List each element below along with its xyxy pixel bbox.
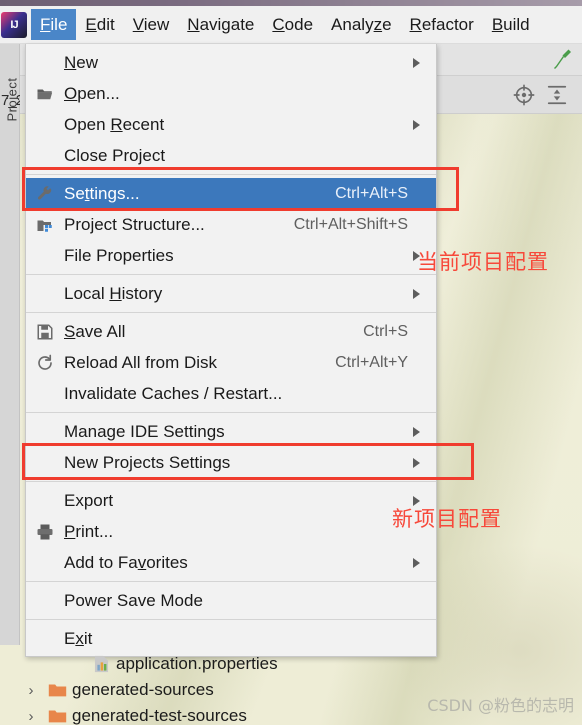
menu-item-shortcut: Ctrl+Alt+Shift+S: [293, 215, 408, 233]
csdn-watermark: CSDN @粉色的志明: [427, 696, 574, 715]
annotation-new-project: 新项目配置: [392, 507, 502, 531]
file-dropdown-menu[interactable]: New Open... Open Recent Close Project Settin…: [25, 44, 437, 657]
menu-item-power-save-mode[interactable]: Power Save Mode: [26, 585, 436, 616]
folder-icon: [42, 682, 72, 698]
menu-item-new[interactable]: New: [26, 47, 436, 78]
submenu-arrow-icon: [408, 119, 426, 131]
chevron-right-icon[interactable]: ›: [20, 708, 42, 725]
menu-item-label: Power Save Mode: [64, 590, 203, 610]
menu-item-label: Exit: [64, 628, 93, 648]
menu-item-file-properties[interactable]: File Properties: [26, 240, 436, 271]
menu-item-save-all[interactable]: Save All Ctrl+S: [26, 316, 436, 347]
menu-item-open-recent[interactable]: Open Recent: [26, 109, 436, 140]
menubar-item-refactor[interactable]: Refactor: [401, 9, 483, 40]
menubar-item-code[interactable]: Code: [263, 9, 322, 40]
left-tool-window-strip: 7_2 Project: [0, 44, 22, 645]
menu-item-add-to-favorites[interactable]: Add to Favorites: [26, 547, 436, 578]
save-icon: [26, 323, 64, 341]
menubar-item-navigate[interactable]: Navigate: [178, 9, 263, 40]
tree-row-label: generated-sources: [72, 680, 214, 699]
menu-item-label: File Properties: [64, 245, 174, 265]
menu-item-label: New: [64, 52, 99, 72]
wrench-icon: [26, 185, 64, 203]
submenu-arrow-icon: [408, 57, 426, 69]
menu-item-label: Close Project: [64, 145, 166, 165]
menubar-item-analyze[interactable]: Analyze: [322, 9, 401, 40]
intellij-idea-logo: [1, 11, 27, 38]
scroll-from-source-icon[interactable]: [513, 84, 535, 106]
menu-separator: [26, 312, 436, 313]
menu-separator: [26, 581, 436, 582]
tree-row-label: application.properties: [116, 654, 278, 673]
submenu-arrow-icon: [408, 457, 426, 469]
project-struct-icon: [26, 216, 64, 234]
submenu-arrow-icon: [408, 426, 426, 438]
menu-item-shortcut: Ctrl+Alt+Y: [335, 353, 408, 371]
menu-item-project-structure[interactable]: Project Structure... Ctrl+Alt+Shift+S: [26, 209, 436, 240]
menubar-item-view[interactable]: View: [124, 9, 179, 40]
menu-item-invalidate-caches-restart[interactable]: Invalidate Caches / Restart...: [26, 378, 436, 409]
menu-item-open[interactable]: Open...: [26, 78, 436, 109]
menu-separator: [26, 481, 436, 482]
menu-item-label: Save All: [64, 321, 126, 341]
menu-item-label: Reload All from Disk: [64, 352, 218, 372]
menu-item-manage-ide-settings[interactable]: Manage IDE Settings: [26, 416, 436, 447]
menu-item-new-projects-settings[interactable]: New Projects Settings: [26, 447, 436, 478]
menu-item-shortcut: Ctrl+S: [363, 322, 408, 340]
chevron-right-icon[interactable]: ›: [20, 682, 42, 699]
menu-separator: [26, 619, 436, 620]
folder-open-icon: [26, 85, 64, 103]
menu-item-label: Export: [64, 490, 114, 510]
menu-item-print[interactable]: Print...: [26, 516, 436, 547]
menu-item-label: Manage IDE Settings: [64, 421, 225, 441]
menu-separator: [26, 174, 436, 175]
menu-item-close-project[interactable]: Close Project: [26, 140, 436, 171]
menu-item-local-history[interactable]: Local History: [26, 278, 436, 309]
menu-separator: [26, 412, 436, 413]
refresh-icon: [26, 354, 64, 372]
menubar-item-build[interactable]: Build: [483, 9, 539, 40]
properties-file-icon: [86, 655, 116, 673]
sidebar-item-project[interactable]: Project: [5, 55, 20, 145]
annotation-current-project: 当前项目配置: [417, 250, 549, 274]
menu-item-label: Settings...: [64, 183, 140, 203]
menu-bar: FileEditViewNavigateCodeAnalyzeRefactorB…: [0, 6, 582, 44]
menu-item-label: Open...: [64, 83, 120, 103]
submenu-arrow-icon: [408, 557, 426, 569]
menu-separator: [26, 274, 436, 275]
menu-item-label: Open Recent: [64, 114, 165, 134]
printer-icon: [26, 523, 64, 541]
submenu-arrow-icon: [408, 288, 426, 300]
tree-row[interactable]: application.properties: [20, 651, 582, 677]
folder-icon: [42, 708, 72, 724]
menu-item-label: Print...: [64, 521, 114, 541]
menu-item-label: Add to Favorites: [64, 552, 188, 572]
menu-item-export[interactable]: Export: [26, 485, 436, 516]
menu-item-reload-all-from-disk[interactable]: Reload All from Disk Ctrl+Alt+Y: [26, 347, 436, 378]
build-hammer-icon[interactable]: [550, 48, 576, 72]
collapse-all-icon[interactable]: [546, 84, 568, 106]
menu-item-label: Invalidate Caches / Restart...: [64, 383, 283, 403]
menu-item-label: Project Structure...: [64, 214, 205, 234]
menu-item-shortcut: Ctrl+Alt+S: [335, 184, 408, 202]
menu-item-label: Local History: [64, 283, 163, 303]
menubar-item-file[interactable]: File: [31, 9, 77, 40]
tree-row-label: generated-test-sources: [72, 706, 247, 725]
menu-item-settings[interactable]: Settings... Ctrl+Alt+S: [26, 178, 436, 209]
menubar-item-edit[interactable]: Edit: [76, 9, 123, 40]
menu-item-label: New Projects Settings: [64, 452, 231, 472]
